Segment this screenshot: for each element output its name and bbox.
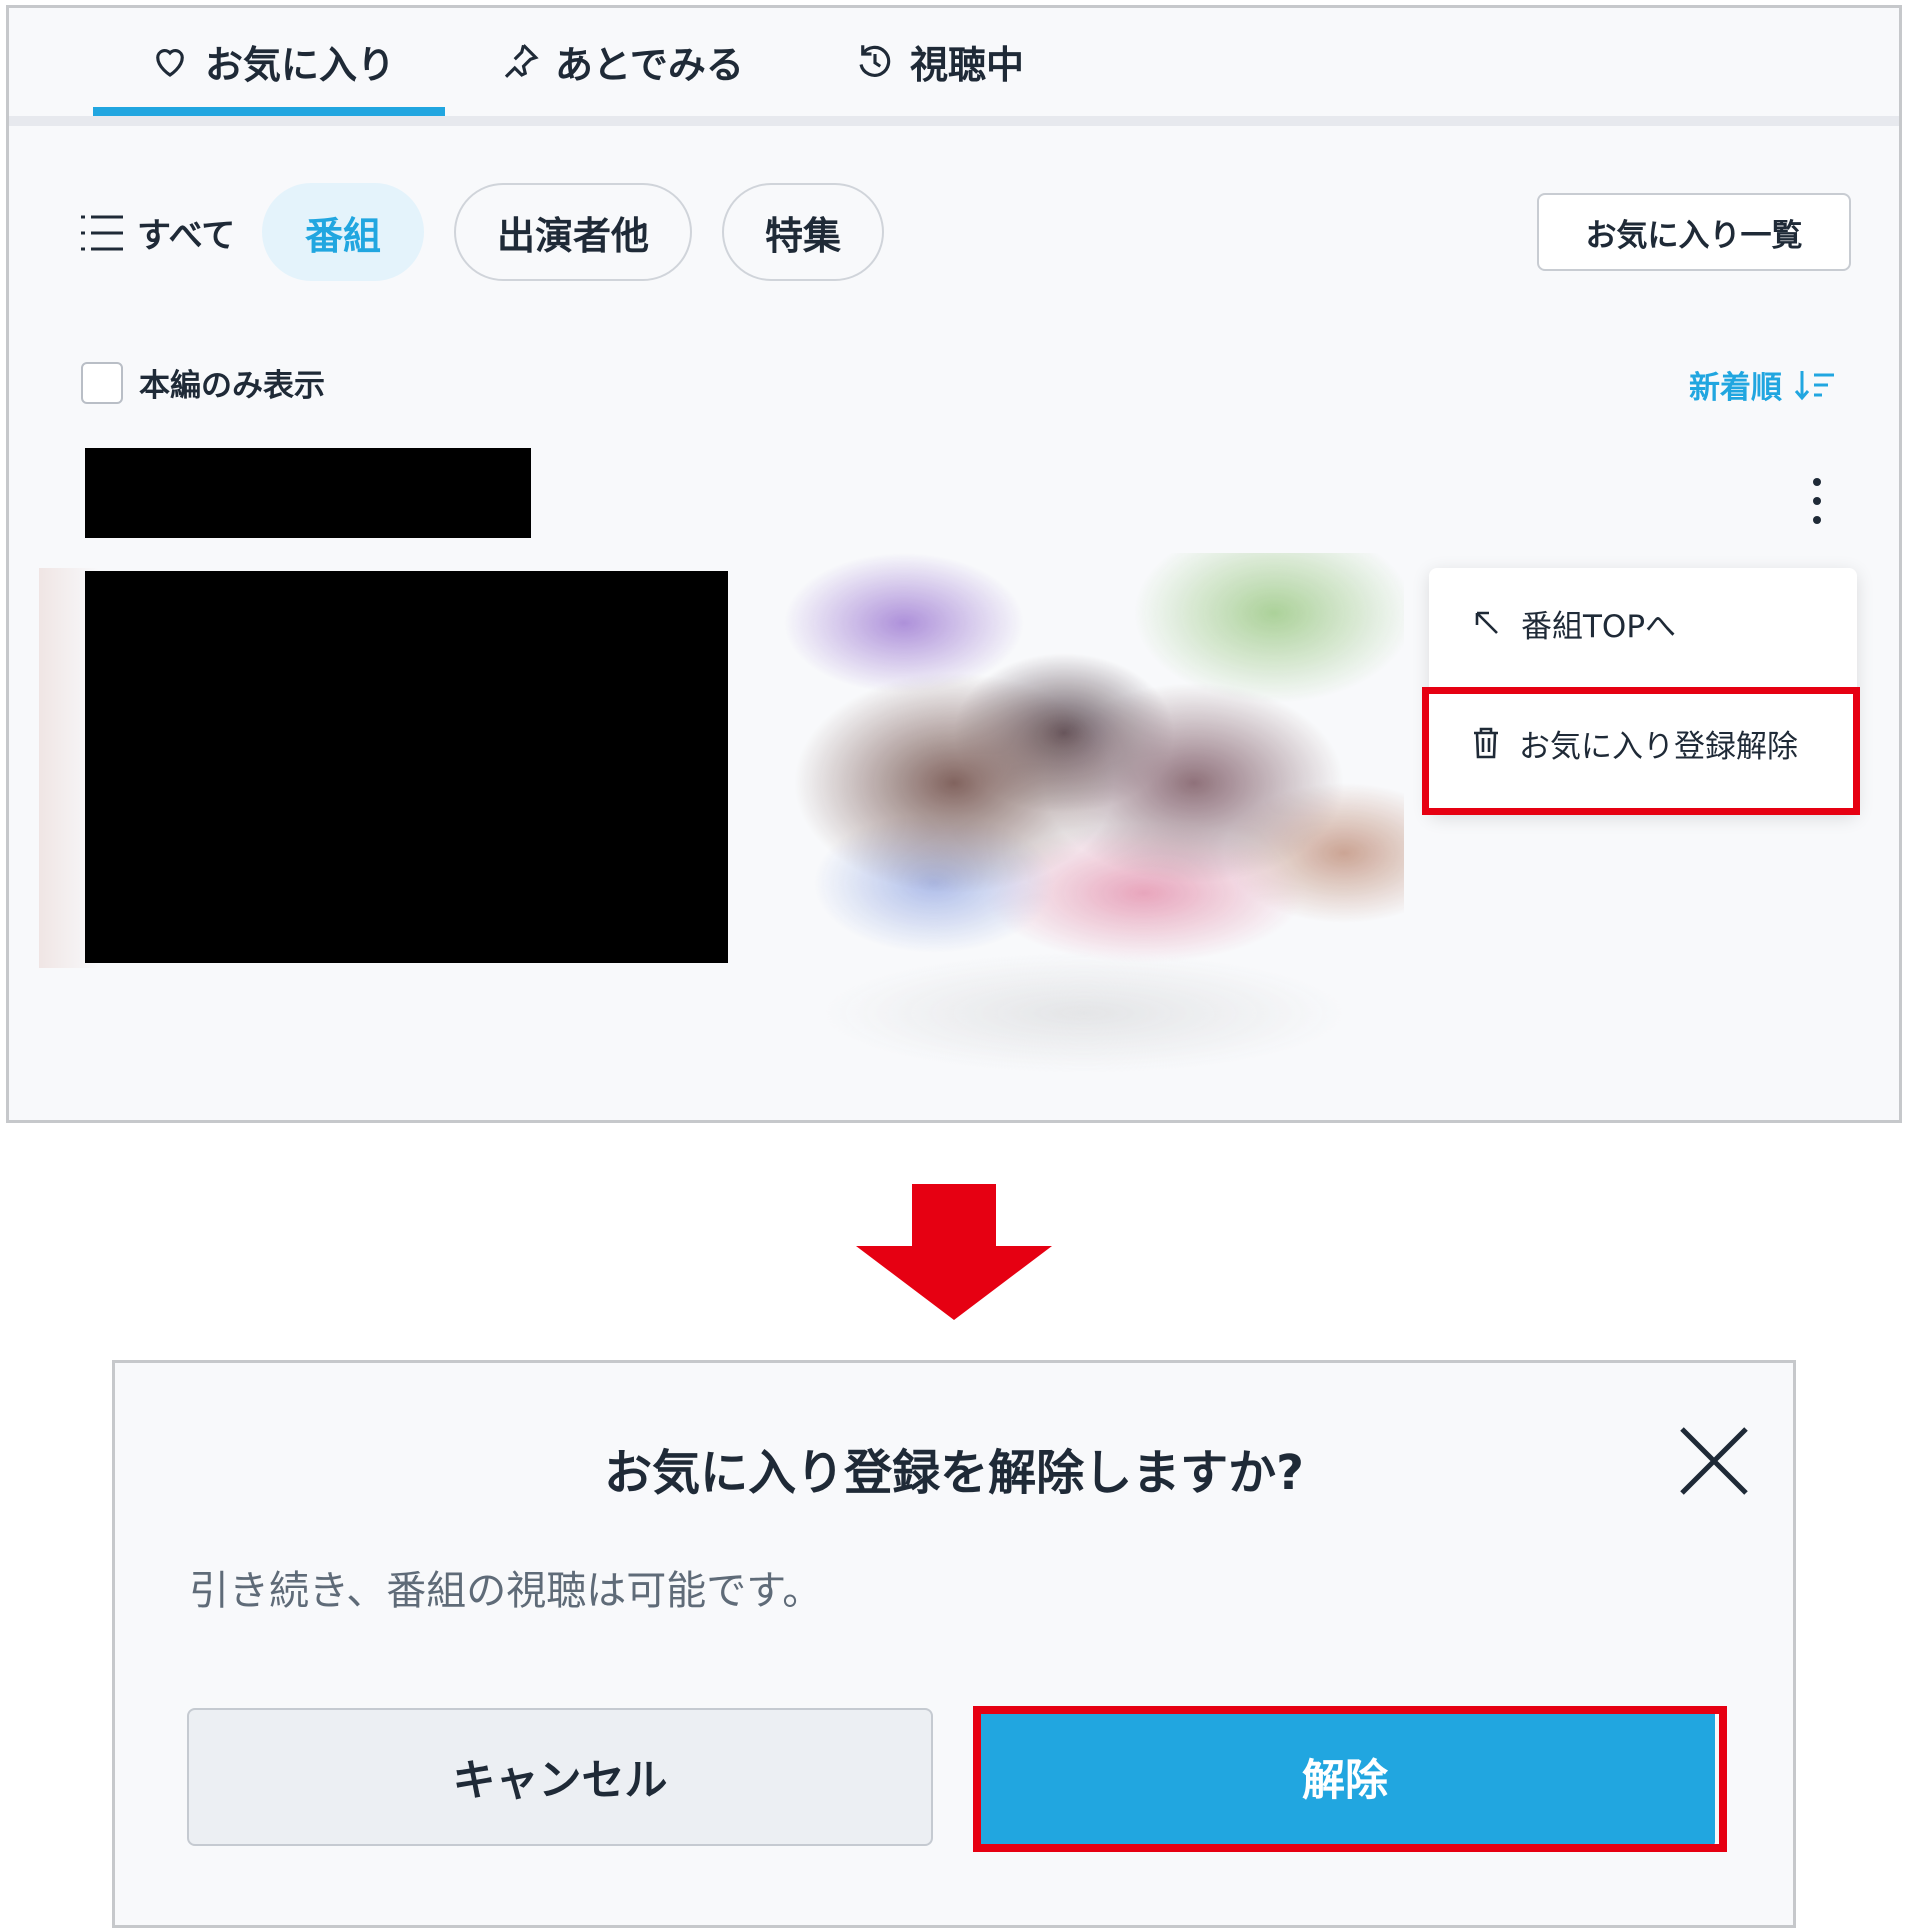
sort-icon	[1794, 370, 1834, 400]
confirm-dialog: お気に入り登録を解除しますか? 引き続き、番組の視聴は可能です。 キャンセル 解…	[112, 1360, 1796, 1928]
close-icon[interactable]	[1678, 1425, 1750, 1497]
filter-all-label: すべて	[137, 216, 236, 256]
dialog-message: 引き続き、番組の視聴は可能です。	[189, 1568, 823, 1614]
heart-icon	[156, 49, 184, 77]
tab-watching-label: 視聴中	[910, 42, 1025, 87]
filter-all[interactable]: すべて	[79, 208, 235, 257]
highlight-confirm-button	[973, 1706, 1727, 1852]
sort-label: 新着順	[1689, 370, 1782, 406]
chip-cast[interactable]: 出演者他	[454, 183, 692, 281]
active-tab-indicator	[93, 107, 445, 116]
chip-programs[interactable]: 番組	[262, 183, 424, 281]
tab-favorites-label: お気に入り	[205, 42, 396, 87]
cancel-button[interactable]: キャンセル	[187, 1708, 933, 1846]
tab-watch-later[interactable]: あとでみる	[499, 30, 744, 92]
favorites-list-button[interactable]: お気に入り一覧	[1537, 193, 1851, 271]
main-only-toggle[interactable]: 本編のみ表示	[81, 360, 325, 405]
chip-features[interactable]: 特集	[722, 183, 884, 281]
favorites-page-screenshot: お気に入り あとでみる 視聴中 すべて 番組 出演者他 特集 お気に入り一覧 本…	[6, 5, 1902, 1123]
arrow-up-left-icon	[1475, 611, 1498, 634]
blurred-thumbnail	[784, 553, 1404, 1073]
highlight-remove-menu-item	[1422, 687, 1860, 815]
tab-watching[interactable]: 視聴中	[854, 30, 1024, 92]
main-only-checkbox[interactable]	[81, 361, 123, 404]
dialog-title: お気に入り登録を解除しますか?	[604, 1445, 1304, 1501]
history-icon	[859, 45, 891, 77]
tab-favorites[interactable]: お気に入り	[149, 30, 395, 92]
more-options-icon[interactable]	[1802, 476, 1832, 526]
tab-watch-later-label: あとでみる	[555, 42, 744, 87]
list-icon	[81, 215, 123, 250]
sort-control[interactable]: 新着順	[1689, 362, 1836, 407]
menu-item-program-top[interactable]: 番組TOPへ	[1429, 568, 1857, 678]
main-only-label: 本編のみ表示	[139, 368, 325, 404]
redacted-title	[85, 448, 531, 538]
pin-icon	[504, 44, 539, 78]
menu-item-program-top-label: 番組TOPへ	[1521, 608, 1677, 645]
redacted-thumbnail	[85, 571, 728, 963]
down-arrow-icon	[856, 1184, 1052, 1320]
